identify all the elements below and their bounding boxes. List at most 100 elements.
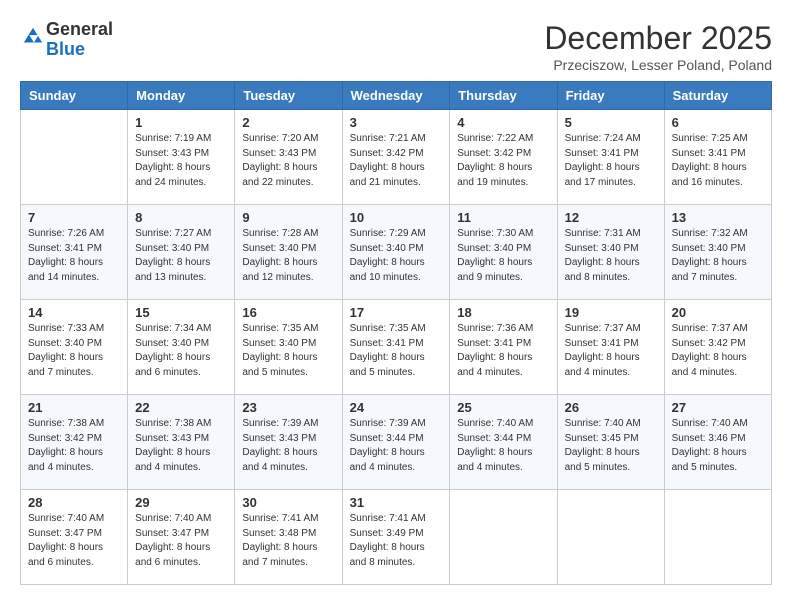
- calendar-cell: 10 Sunrise: 7:29 AMSunset: 3:40 PMDaylig…: [342, 205, 450, 300]
- calendar-cell: 23 Sunrise: 7:39 AMSunset: 3:43 PMDaylig…: [235, 395, 342, 490]
- weekday-header-friday: Friday: [557, 82, 664, 110]
- calendar-table: SundayMondayTuesdayWednesdayThursdayFrid…: [20, 81, 772, 585]
- cell-info: Sunrise: 7:31 AMSunset: 3:40 PMDaylight:…: [565, 228, 641, 283]
- calendar-week-row: 7 Sunrise: 7:26 AMSunset: 3:41 PMDayligh…: [21, 205, 772, 300]
- calendar-cell: [557, 490, 664, 585]
- cell-info: Sunrise: 7:30 AMSunset: 3:40 PMDaylight:…: [457, 228, 533, 283]
- calendar-cell: 27 Sunrise: 7:40 AMSunset: 3:46 PMDaylig…: [664, 395, 771, 490]
- cell-info: Sunrise: 7:41 AMSunset: 3:49 PMDaylight:…: [350, 513, 426, 568]
- cell-info: Sunrise: 7:37 AMSunset: 3:42 PMDaylight:…: [672, 323, 748, 378]
- calendar-cell: 25 Sunrise: 7:40 AMSunset: 3:44 PMDaylig…: [450, 395, 557, 490]
- weekday-header-row: SundayMondayTuesdayWednesdayThursdayFrid…: [21, 82, 772, 110]
- weekday-header-wednesday: Wednesday: [342, 82, 450, 110]
- calendar-cell: 14 Sunrise: 7:33 AMSunset: 3:40 PMDaylig…: [21, 300, 128, 395]
- cell-date: 20: [672, 305, 764, 320]
- cell-info: Sunrise: 7:29 AMSunset: 3:40 PMDaylight:…: [350, 228, 426, 283]
- calendar-cell: 30 Sunrise: 7:41 AMSunset: 3:48 PMDaylig…: [235, 490, 342, 585]
- calendar-week-row: 1 Sunrise: 7:19 AMSunset: 3:43 PMDayligh…: [21, 110, 772, 205]
- cell-info: Sunrise: 7:37 AMSunset: 3:41 PMDaylight:…: [565, 323, 641, 378]
- cell-date: 3: [350, 115, 443, 130]
- calendar-cell: 31 Sunrise: 7:41 AMSunset: 3:49 PMDaylig…: [342, 490, 450, 585]
- cell-date: 12: [565, 210, 657, 225]
- cell-date: 29: [135, 495, 227, 510]
- cell-info: Sunrise: 7:28 AMSunset: 3:40 PMDaylight:…: [242, 228, 318, 283]
- cell-date: 25: [457, 400, 549, 415]
- calendar-cell: 1 Sunrise: 7:19 AMSunset: 3:43 PMDayligh…: [128, 110, 235, 205]
- cell-info: Sunrise: 7:36 AMSunset: 3:41 PMDaylight:…: [457, 323, 533, 378]
- cell-date: 21: [28, 400, 120, 415]
- cell-info: Sunrise: 7:24 AMSunset: 3:41 PMDaylight:…: [565, 133, 641, 188]
- calendar-cell: 29 Sunrise: 7:40 AMSunset: 3:47 PMDaylig…: [128, 490, 235, 585]
- cell-info: Sunrise: 7:21 AMSunset: 3:42 PMDaylight:…: [350, 133, 426, 188]
- calendar-week-row: 21 Sunrise: 7:38 AMSunset: 3:42 PMDaylig…: [21, 395, 772, 490]
- weekday-header-sunday: Sunday: [21, 82, 128, 110]
- calendar-cell: 20 Sunrise: 7:37 AMSunset: 3:42 PMDaylig…: [664, 300, 771, 395]
- cell-date: 10: [350, 210, 443, 225]
- weekday-header-thursday: Thursday: [450, 82, 557, 110]
- cell-date: 7: [28, 210, 120, 225]
- cell-info: Sunrise: 7:40 AMSunset: 3:46 PMDaylight:…: [672, 418, 748, 473]
- cell-date: 27: [672, 400, 764, 415]
- cell-info: Sunrise: 7:40 AMSunset: 3:44 PMDaylight:…: [457, 418, 533, 473]
- weekday-header-tuesday: Tuesday: [235, 82, 342, 110]
- cell-date: 15: [135, 305, 227, 320]
- weekday-header-monday: Monday: [128, 82, 235, 110]
- location-text: Przeciszow, Lesser Poland, Poland: [544, 57, 772, 73]
- cell-info: Sunrise: 7:19 AMSunset: 3:43 PMDaylight:…: [135, 133, 211, 188]
- cell-date: 19: [565, 305, 657, 320]
- cell-date: 18: [457, 305, 549, 320]
- calendar-cell: 9 Sunrise: 7:28 AMSunset: 3:40 PMDayligh…: [235, 205, 342, 300]
- logo-icon: [22, 26, 44, 48]
- calendar-cell: 8 Sunrise: 7:27 AMSunset: 3:40 PMDayligh…: [128, 205, 235, 300]
- calendar-cell: 28 Sunrise: 7:40 AMSunset: 3:47 PMDaylig…: [21, 490, 128, 585]
- cell-date: 23: [242, 400, 334, 415]
- cell-info: Sunrise: 7:40 AMSunset: 3:47 PMDaylight:…: [135, 513, 211, 568]
- calendar-cell: 24 Sunrise: 7:39 AMSunset: 3:44 PMDaylig…: [342, 395, 450, 490]
- calendar-cell: 13 Sunrise: 7:32 AMSunset: 3:40 PMDaylig…: [664, 205, 771, 300]
- month-title: December 2025: [544, 20, 772, 57]
- cell-date: 26: [565, 400, 657, 415]
- cell-date: 30: [242, 495, 334, 510]
- title-block: December 2025 Przeciszow, Lesser Poland,…: [544, 20, 772, 73]
- cell-date: 17: [350, 305, 443, 320]
- cell-info: Sunrise: 7:22 AMSunset: 3:42 PMDaylight:…: [457, 133, 533, 188]
- cell-date: 5: [565, 115, 657, 130]
- cell-info: Sunrise: 7:34 AMSunset: 3:40 PMDaylight:…: [135, 323, 211, 378]
- calendar-cell: 4 Sunrise: 7:22 AMSunset: 3:42 PMDayligh…: [450, 110, 557, 205]
- cell-info: Sunrise: 7:41 AMSunset: 3:48 PMDaylight:…: [242, 513, 318, 568]
- calendar-cell: 16 Sunrise: 7:35 AMSunset: 3:40 PMDaylig…: [235, 300, 342, 395]
- calendar-cell: 15 Sunrise: 7:34 AMSunset: 3:40 PMDaylig…: [128, 300, 235, 395]
- cell-info: Sunrise: 7:39 AMSunset: 3:43 PMDaylight:…: [242, 418, 318, 473]
- cell-info: Sunrise: 7:39 AMSunset: 3:44 PMDaylight:…: [350, 418, 426, 473]
- calendar-cell: 18 Sunrise: 7:36 AMSunset: 3:41 PMDaylig…: [450, 300, 557, 395]
- cell-date: 2: [242, 115, 334, 130]
- cell-date: 28: [28, 495, 120, 510]
- cell-date: 8: [135, 210, 227, 225]
- calendar-week-row: 14 Sunrise: 7:33 AMSunset: 3:40 PMDaylig…: [21, 300, 772, 395]
- calendar-cell: 17 Sunrise: 7:35 AMSunset: 3:41 PMDaylig…: [342, 300, 450, 395]
- cell-info: Sunrise: 7:35 AMSunset: 3:41 PMDaylight:…: [350, 323, 426, 378]
- cell-date: 11: [457, 210, 549, 225]
- cell-info: Sunrise: 7:40 AMSunset: 3:47 PMDaylight:…: [28, 513, 104, 568]
- calendar-cell: [450, 490, 557, 585]
- calendar-cell: 5 Sunrise: 7:24 AMSunset: 3:41 PMDayligh…: [557, 110, 664, 205]
- cell-date: 24: [350, 400, 443, 415]
- calendar-cell: 11 Sunrise: 7:30 AMSunset: 3:40 PMDaylig…: [450, 205, 557, 300]
- calendar-week-row: 28 Sunrise: 7:40 AMSunset: 3:47 PMDaylig…: [21, 490, 772, 585]
- cell-date: 6: [672, 115, 764, 130]
- calendar-cell: 22 Sunrise: 7:38 AMSunset: 3:43 PMDaylig…: [128, 395, 235, 490]
- cell-info: Sunrise: 7:27 AMSunset: 3:40 PMDaylight:…: [135, 228, 211, 283]
- calendar-cell: 19 Sunrise: 7:37 AMSunset: 3:41 PMDaylig…: [557, 300, 664, 395]
- cell-date: 9: [242, 210, 334, 225]
- cell-info: Sunrise: 7:38 AMSunset: 3:42 PMDaylight:…: [28, 418, 104, 473]
- cell-info: Sunrise: 7:40 AMSunset: 3:45 PMDaylight:…: [565, 418, 641, 473]
- calendar-cell: 7 Sunrise: 7:26 AMSunset: 3:41 PMDayligh…: [21, 205, 128, 300]
- cell-date: 4: [457, 115, 549, 130]
- calendar-cell: [664, 490, 771, 585]
- logo: General Blue: [20, 20, 113, 60]
- cell-date: 31: [350, 495, 443, 510]
- cell-info: Sunrise: 7:20 AMSunset: 3:43 PMDaylight:…: [242, 133, 318, 188]
- cell-info: Sunrise: 7:38 AMSunset: 3:43 PMDaylight:…: [135, 418, 211, 473]
- calendar-cell: 12 Sunrise: 7:31 AMSunset: 3:40 PMDaylig…: [557, 205, 664, 300]
- cell-date: 14: [28, 305, 120, 320]
